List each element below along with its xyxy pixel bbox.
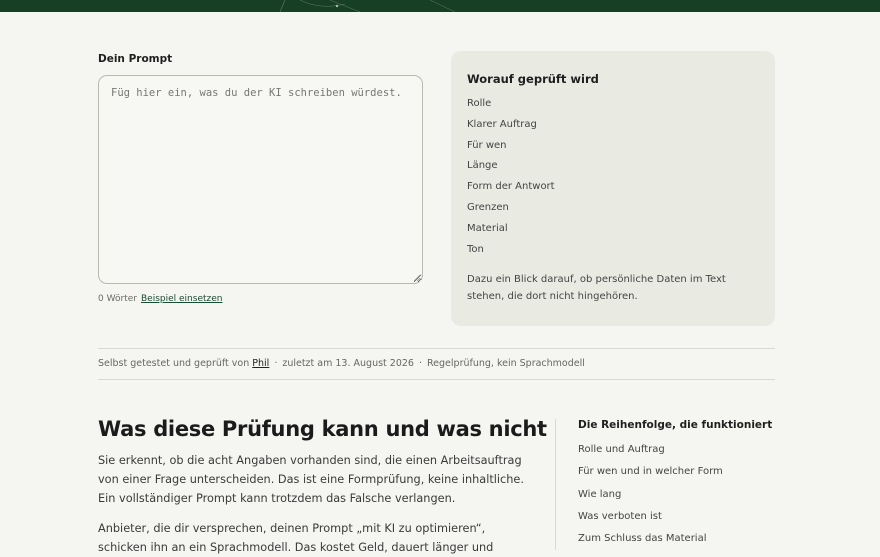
meta-updated: zuletzt am 13. August 2026 — [282, 358, 414, 369]
sidebar-item[interactable]: Wie lang — [578, 489, 723, 511]
criteria-item: Ton — [467, 243, 484, 255]
criteria-item: Rolle — [467, 98, 492, 109]
header-bar — [0, 0, 880, 12]
criteria-list: Rolle Klarer Auftrag Für wen Länge Form … — [467, 98, 555, 264]
criteria-note: Dazu ein Blick darauf, ob persönliche Da… — [467, 274, 726, 302]
sidebar-divider — [555, 419, 556, 550]
criteria-item: Länge — [467, 160, 498, 172]
prompt-label: Dein Prompt — [98, 53, 173, 65]
sidebar-item[interactable]: Für wen und in welcher Form — [578, 466, 723, 488]
meta-line: Selbst getestet und geprüft von Phil · zul… — [98, 348, 775, 380]
criteria-item: Klarer Auftrag — [467, 118, 537, 130]
criteria-item: Material — [467, 222, 508, 234]
meta-prefix: Selbst getestet und geprüft von — [98, 358, 250, 369]
sidebar-nav: Rolle und Auftrag Für wen und in welcher… — [578, 444, 723, 555]
meta-separator: · — [418, 358, 422, 369]
sidebar-item[interactable]: Zum Schluss das Material — [578, 533, 723, 555]
criteria-title: Worauf geprüft wird — [467, 72, 599, 86]
article-paragraph: Anbieter, die dir versprechen, deinen Pr… — [98, 522, 494, 554]
prompt-input[interactable] — [98, 75, 423, 284]
criteria-item: Grenzen — [467, 201, 509, 213]
sidebar-title: Die Reihenfolge, die funktioniert — [578, 419, 773, 431]
header-pattern — [279, 0, 456, 12]
resize-handle-icon[interactable] — [413, 274, 421, 282]
author-link[interactable]: Phil — [252, 358, 269, 369]
sidebar-item[interactable]: Rolle und Auftrag — [578, 444, 723, 466]
article-title: Was diese Prüfung kann und was nicht — [98, 417, 547, 441]
sidebar-item[interactable]: Was verboten ist — [578, 511, 723, 533]
insert-example-link[interactable]: Beispiel einsetzen — [141, 294, 222, 304]
criteria-item: Form der Antwort — [467, 181, 555, 193]
meta-method: Regelprüfung, kein Sprachmodell — [427, 358, 585, 369]
article-paragraph: Sie erkennt, ob die acht Angaben vorhand… — [98, 454, 524, 505]
criteria-item: Für wen — [467, 139, 507, 151]
meta-separator: · — [274, 358, 278, 369]
criteria-panel: Worauf geprüft wird Rolle Klarer Auftrag… — [451, 51, 775, 326]
word-count: 0 Wörter — [98, 294, 137, 304]
